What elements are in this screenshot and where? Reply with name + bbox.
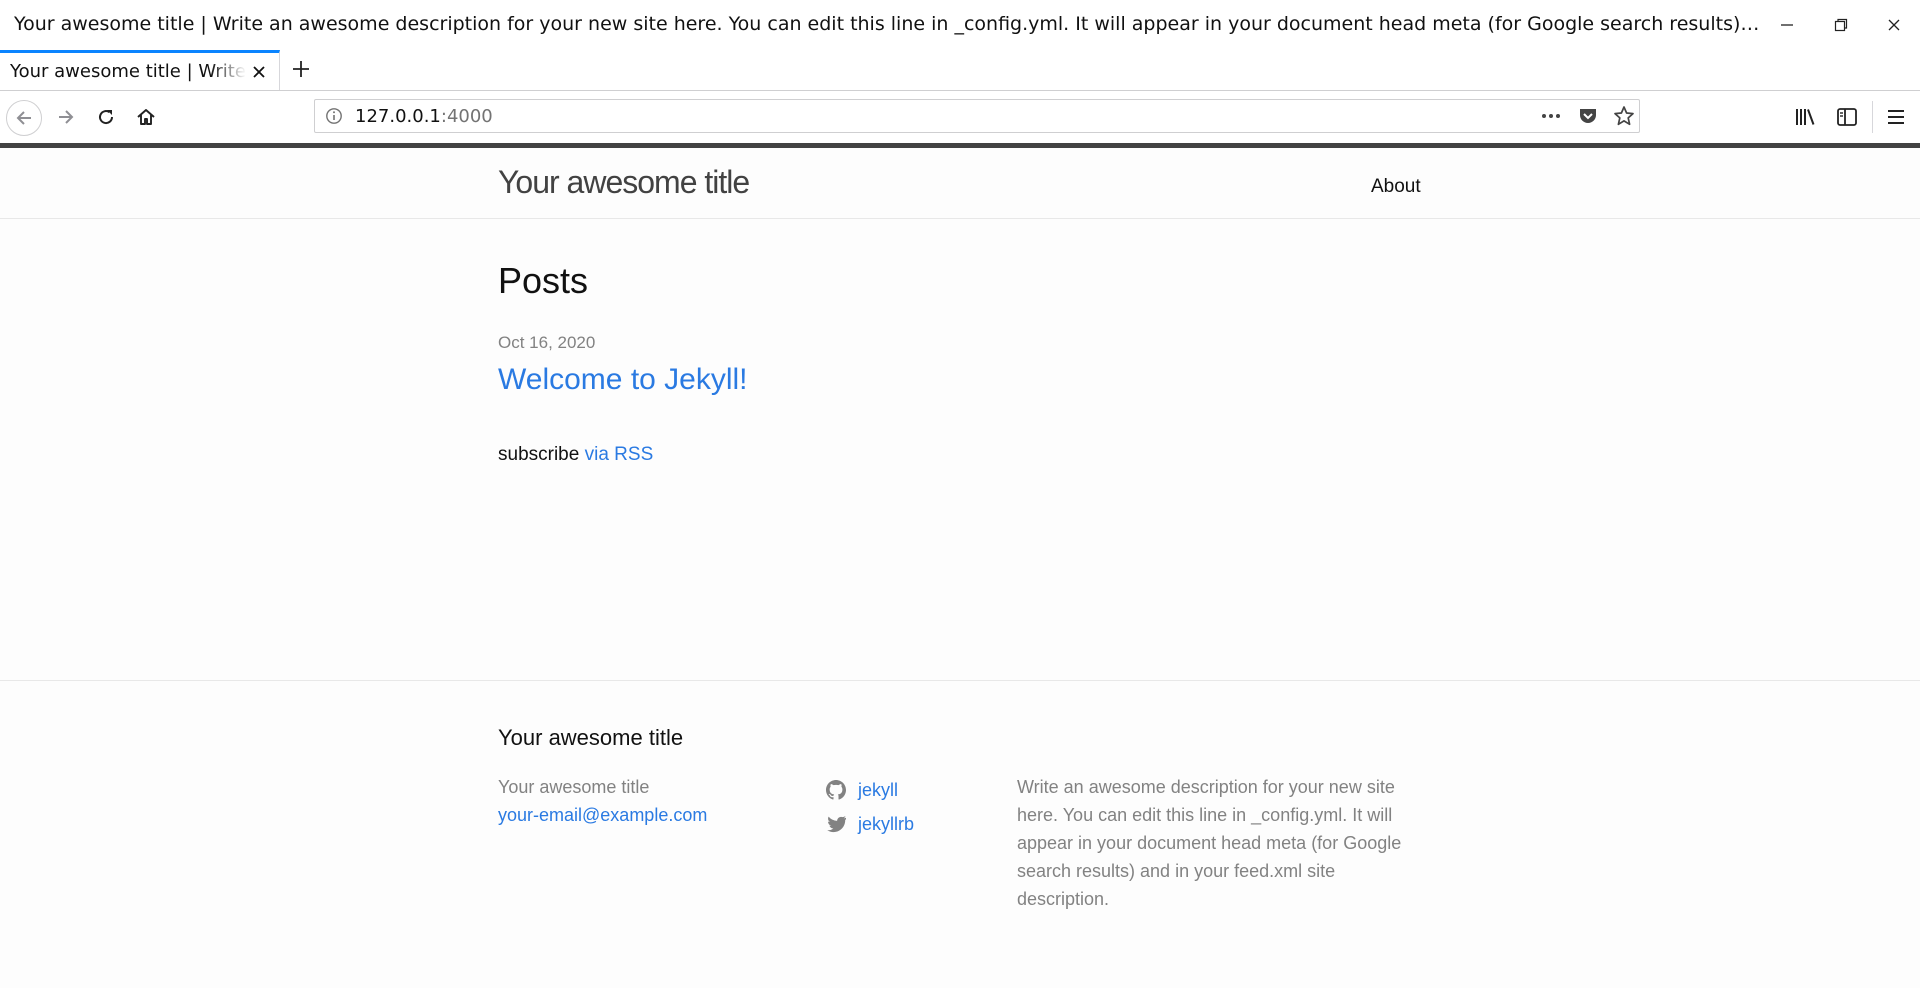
new-tab-button[interactable] xyxy=(286,54,316,84)
url-port: :4000 xyxy=(440,106,493,127)
restore-icon xyxy=(1834,18,1848,32)
close-icon xyxy=(1888,19,1900,31)
star-icon[interactable] xyxy=(1613,105,1635,127)
site-footer: Your awesome title Your awesome title yo… xyxy=(0,680,1920,988)
posts-heading: Posts xyxy=(498,260,589,301)
subscribe-line: subscribe via RSS xyxy=(498,444,653,466)
post-date: Oct 16, 2020 xyxy=(498,333,596,352)
reload-icon xyxy=(99,110,114,125)
github-link[interactable]: jekyll xyxy=(826,773,914,807)
restore-button[interactable] xyxy=(1821,8,1861,42)
url-host: 127.0.0.1 xyxy=(355,106,441,127)
site-header: Your awesome title About xyxy=(0,148,1920,219)
minimize-button[interactable] xyxy=(1767,8,1807,42)
footer-description: Write an awesome description for your ne… xyxy=(1017,777,1402,909)
plus-icon xyxy=(293,61,309,77)
tab-close-button[interactable] xyxy=(248,61,270,83)
footer-name: Your awesome title xyxy=(498,777,650,797)
site-title-link[interactable]: Your awesome title xyxy=(498,164,750,201)
menu-icon[interactable] xyxy=(1884,105,1908,129)
rss-link[interactable]: via RSS xyxy=(585,444,654,465)
forward-arrow-icon xyxy=(59,110,74,124)
forward-button[interactable] xyxy=(48,99,84,135)
navigation-toolbar: 127.0.0.1:4000 xyxy=(0,91,1920,143)
close-window-button[interactable] xyxy=(1874,8,1914,42)
footer-email-link[interactable]: your-email@example.com xyxy=(498,805,707,825)
github-icon xyxy=(826,780,846,800)
minimize-icon xyxy=(1781,24,1793,26)
tab-active[interactable]: Your awesome title | Write an awesome de… xyxy=(0,50,280,90)
home-icon xyxy=(137,109,155,125)
sidebar-icon[interactable] xyxy=(1836,105,1858,129)
web-page: Your awesome title About Posts Oct 16, 2… xyxy=(0,143,1920,987)
subscribe-text: subscribe xyxy=(498,444,580,465)
nav-link-about[interactable]: About xyxy=(1371,176,1421,198)
pocket-icon[interactable] xyxy=(1577,105,1599,127)
info-icon[interactable] xyxy=(325,107,343,125)
library-icon[interactable] xyxy=(1794,105,1818,129)
url-text[interactable]: 127.0.0.1:4000 xyxy=(355,106,493,127)
window-titlebar: Your awesome title | Write an awesome de… xyxy=(0,0,1920,50)
back-button[interactable] xyxy=(6,100,42,136)
twitter-username: jekyllrb xyxy=(858,814,915,834)
toolbar-separator xyxy=(1872,101,1873,133)
post-title-link[interactable]: Welcome to Jekyll! xyxy=(498,363,748,397)
home-button[interactable] xyxy=(128,99,164,135)
window-title: Your awesome title | Write an awesome de… xyxy=(14,13,1764,35)
github-username: jekyll xyxy=(858,780,899,800)
close-icon xyxy=(253,66,265,78)
reload-button[interactable] xyxy=(88,99,124,135)
url-bar[interactable]: 127.0.0.1:4000 xyxy=(314,99,1640,133)
tab-title: Your awesome title | Write an awesome de… xyxy=(10,61,246,82)
twitter-link[interactable]: jekyllrb xyxy=(826,807,914,841)
twitter-icon xyxy=(827,816,846,833)
footer-social: jekyll jekyllrb xyxy=(826,773,914,841)
footer-contact: Your awesome title your-email@example.co… xyxy=(498,773,707,829)
tab-strip: Your awesome title | Write an awesome de… xyxy=(0,50,1920,91)
back-arrow-icon xyxy=(16,111,31,125)
footer-heading: Your awesome title xyxy=(498,725,684,750)
more-icon[interactable] xyxy=(1539,105,1563,127)
